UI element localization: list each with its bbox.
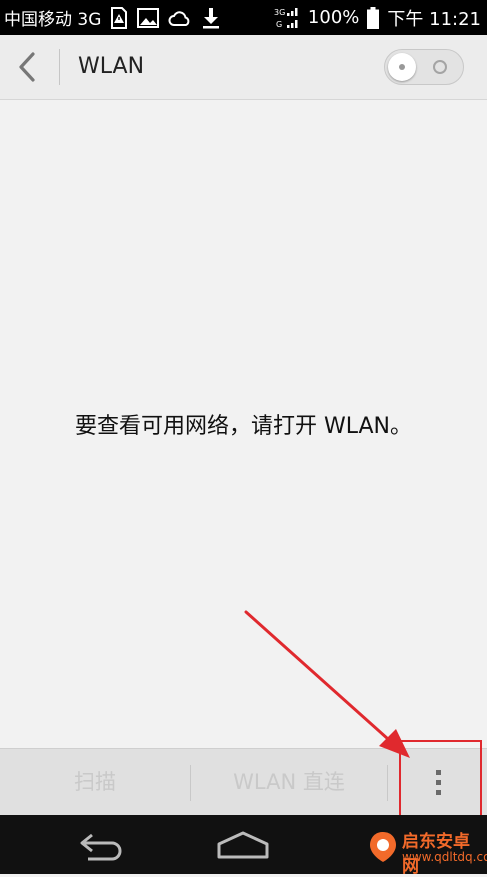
status-bar-left: 中国移动 3G [4, 0, 221, 35]
app-bar: WLAN [0, 35, 487, 100]
sim-alert-icon [110, 6, 128, 29]
annotation-highlight-box [399, 740, 482, 821]
back-arrow-icon [80, 833, 122, 861]
toggle-knob-dot [399, 64, 405, 70]
nav-back-button[interactable] [74, 827, 134, 863]
back-button[interactable] [0, 35, 54, 99]
status-bar-right: 3G G 100% 下午 11:21 [274, 0, 481, 35]
battery-icon [367, 6, 380, 29]
svg-text:G: G [276, 20, 282, 29]
battery-percent: 100% [307, 7, 360, 28]
wlan-toggle-switch[interactable] [384, 49, 464, 85]
nav-home-button[interactable] [213, 827, 273, 863]
home-icon [217, 831, 269, 859]
action-divider [387, 765, 388, 801]
site-watermark: 启东安卓网 www.qdltdq.com [366, 826, 487, 877]
wlan-direct-button[interactable]: WLAN 直连 [191, 749, 387, 815]
signal-strength-icon: 3G G [274, 6, 300, 30]
clock: 下午 11:21 [387, 8, 481, 30]
wlan-off-message: 要查看可用网络，请打开 WLAN。 [74, 414, 412, 439]
download-icon [201, 7, 221, 29]
status-bar: 中国移动 3G 3G G 100% 下午 11:21 [0, 0, 487, 35]
wlan-list-area: 要查看可用网络，请打开 WLAN。 [0, 100, 487, 748]
gallery-icon [137, 7, 160, 28]
carrier-label: 中国移动 3G [4, 10, 102, 30]
cloud-icon [168, 10, 192, 26]
svg-text:3G: 3G [274, 8, 285, 17]
watermark-logo-icon [370, 832, 396, 862]
toggle-knob [388, 53, 416, 81]
scan-button[interactable]: 扫描 [0, 749, 190, 815]
watermark-url: www.qdltdq.com [402, 850, 487, 864]
chevron-left-icon [19, 52, 35, 82]
page-title: WLAN [78, 54, 145, 79]
app-bar-divider [59, 49, 60, 85]
toggle-off-indicator [433, 60, 447, 74]
